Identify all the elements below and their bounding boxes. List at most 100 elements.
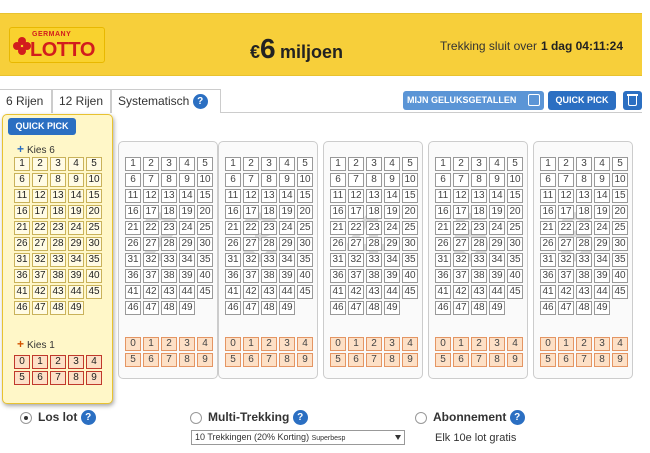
number-cell[interactable]: 41 — [435, 285, 451, 299]
popup-number-cell[interactable]: 1 — [14, 157, 30, 171]
number-cell[interactable]: 13 — [161, 189, 177, 203]
number-cell[interactable]: 6 — [435, 173, 451, 187]
number-cell[interactable]: 45 — [402, 285, 418, 299]
number-cell[interactable]: 7 — [453, 173, 469, 187]
lucky-number-cell[interactable]: 5 — [225, 353, 241, 367]
lucky-number-cell[interactable]: 2 — [261, 337, 277, 351]
number-cell[interactable]: 37 — [348, 269, 364, 283]
lucky-number-cell[interactable]: 0 — [225, 337, 241, 351]
popup-lucky-cell[interactable]: 6 — [32, 371, 48, 385]
number-cell[interactable]: 25 — [507, 221, 523, 235]
popup-number-cell[interactable]: 18 — [50, 205, 66, 219]
lucky-number-cell[interactable]: 0 — [435, 337, 451, 351]
lucky-number-cell[interactable]: 4 — [197, 337, 213, 351]
number-cell[interactable]: 5 — [402, 157, 418, 171]
number-cell[interactable]: 49 — [179, 301, 195, 315]
lucky-number-cell[interactable]: 7 — [471, 353, 487, 367]
number-cell[interactable]: 23 — [366, 221, 382, 235]
number-cell[interactable]: 29 — [384, 237, 400, 251]
lucky-number-cell[interactable]: 9 — [297, 353, 313, 367]
number-cell[interactable]: 37 — [558, 269, 574, 283]
number-cell[interactable]: 9 — [384, 173, 400, 187]
number-cell[interactable]: 13 — [471, 189, 487, 203]
number-cell[interactable]: 46 — [225, 301, 241, 315]
popup-number-cell[interactable]: 33 — [50, 253, 66, 267]
help-icon[interactable]: ? — [192, 94, 208, 110]
number-cell[interactable]: 12 — [453, 189, 469, 203]
number-cell[interactable]: 47 — [558, 301, 574, 315]
number-cell[interactable]: 19 — [179, 205, 195, 219]
number-cell[interactable]: 31 — [125, 253, 141, 267]
number-cell[interactable]: 4 — [279, 157, 295, 171]
popup-number-cell[interactable]: 3 — [50, 157, 66, 171]
number-cell[interactable]: 15 — [197, 189, 213, 203]
number-cell[interactable]: 14 — [179, 189, 195, 203]
number-cell[interactable]: 47 — [143, 301, 159, 315]
number-cell[interactable]: 8 — [366, 173, 382, 187]
lucky-number-cell[interactable]: 3 — [179, 337, 195, 351]
popup-number-cell[interactable]: 11 — [14, 189, 30, 203]
number-cell[interactable]: 36 — [225, 269, 241, 283]
number-cell[interactable]: 6 — [225, 173, 241, 187]
lucky-number-cell[interactable]: 9 — [507, 353, 523, 367]
number-cell[interactable]: 21 — [540, 221, 556, 235]
number-cell[interactable]: 33 — [261, 253, 277, 267]
lucky-number-cell[interactable]: 6 — [348, 353, 364, 367]
number-cell[interactable]: 14 — [489, 189, 505, 203]
number-cell[interactable]: 21 — [125, 221, 141, 235]
popup-number-cell[interactable]: 5 — [86, 157, 102, 171]
number-cell[interactable]: 10 — [297, 173, 313, 187]
lucky-number-cell[interactable]: 2 — [576, 337, 592, 351]
number-cell[interactable]: 8 — [471, 173, 487, 187]
number-cell[interactable]: 5 — [612, 157, 628, 171]
number-cell[interactable]: 37 — [243, 269, 259, 283]
number-cell[interactable]: 33 — [161, 253, 177, 267]
number-cell[interactable]: 22 — [143, 221, 159, 235]
lucky-number-cell[interactable]: 0 — [125, 337, 141, 351]
number-cell[interactable]: 42 — [243, 285, 259, 299]
number-cell[interactable]: 7 — [243, 173, 259, 187]
lucky-number-cell[interactable]: 8 — [384, 353, 400, 367]
number-cell[interactable]: 3 — [261, 157, 277, 171]
lucky-number-cell[interactable]: 1 — [558, 337, 574, 351]
popup-number-cell[interactable]: 44 — [68, 285, 84, 299]
number-cell[interactable]: 44 — [179, 285, 195, 299]
number-cell[interactable]: 26 — [435, 237, 451, 251]
number-cell[interactable]: 49 — [594, 301, 610, 315]
number-cell[interactable]: 2 — [243, 157, 259, 171]
lucky-number-cell[interactable]: 9 — [612, 353, 628, 367]
number-cell[interactable]: 4 — [489, 157, 505, 171]
popup-number-cell[interactable]: 9 — [68, 173, 84, 187]
number-cell[interactable]: 39 — [489, 269, 505, 283]
popup-number-cell[interactable]: 31 — [14, 253, 30, 267]
popup-number-cell[interactable]: 22 — [32, 221, 48, 235]
lucky-number-cell[interactable]: 1 — [453, 337, 469, 351]
number-cell[interactable]: 16 — [540, 205, 556, 219]
lucky-number-cell[interactable]: 2 — [161, 337, 177, 351]
number-cell[interactable]: 26 — [540, 237, 556, 251]
number-cell[interactable]: 43 — [161, 285, 177, 299]
popup-number-cell[interactable]: 38 — [50, 269, 66, 283]
number-cell[interactable]: 28 — [471, 237, 487, 251]
number-cell[interactable]: 38 — [576, 269, 592, 283]
number-cell[interactable]: 3 — [366, 157, 382, 171]
popup-lucky-cell[interactable]: 8 — [68, 371, 84, 385]
number-cell[interactable]: 33 — [576, 253, 592, 267]
number-cell[interactable]: 23 — [471, 221, 487, 235]
number-cell[interactable]: 34 — [489, 253, 505, 267]
number-cell[interactable]: 10 — [612, 173, 628, 187]
lucky-number-cell[interactable]: 7 — [161, 353, 177, 367]
lucky-number-cell[interactable]: 1 — [348, 337, 364, 351]
number-cell[interactable]: 22 — [243, 221, 259, 235]
number-cell[interactable]: 18 — [261, 205, 277, 219]
number-cell[interactable]: 33 — [366, 253, 382, 267]
number-cell[interactable]: 39 — [384, 269, 400, 283]
lucky-numbers-button[interactable]: MIJN GELUKSGETALLEN — [403, 91, 544, 110]
clear-all-button[interactable] — [623, 91, 642, 110]
number-cell[interactable]: 28 — [261, 237, 277, 251]
number-cell[interactable]: 35 — [197, 253, 213, 267]
number-cell[interactable]: 4 — [384, 157, 400, 171]
number-cell[interactable]: 44 — [279, 285, 295, 299]
popup-number-cell[interactable]: 17 — [32, 205, 48, 219]
number-cell[interactable]: 41 — [225, 285, 241, 299]
